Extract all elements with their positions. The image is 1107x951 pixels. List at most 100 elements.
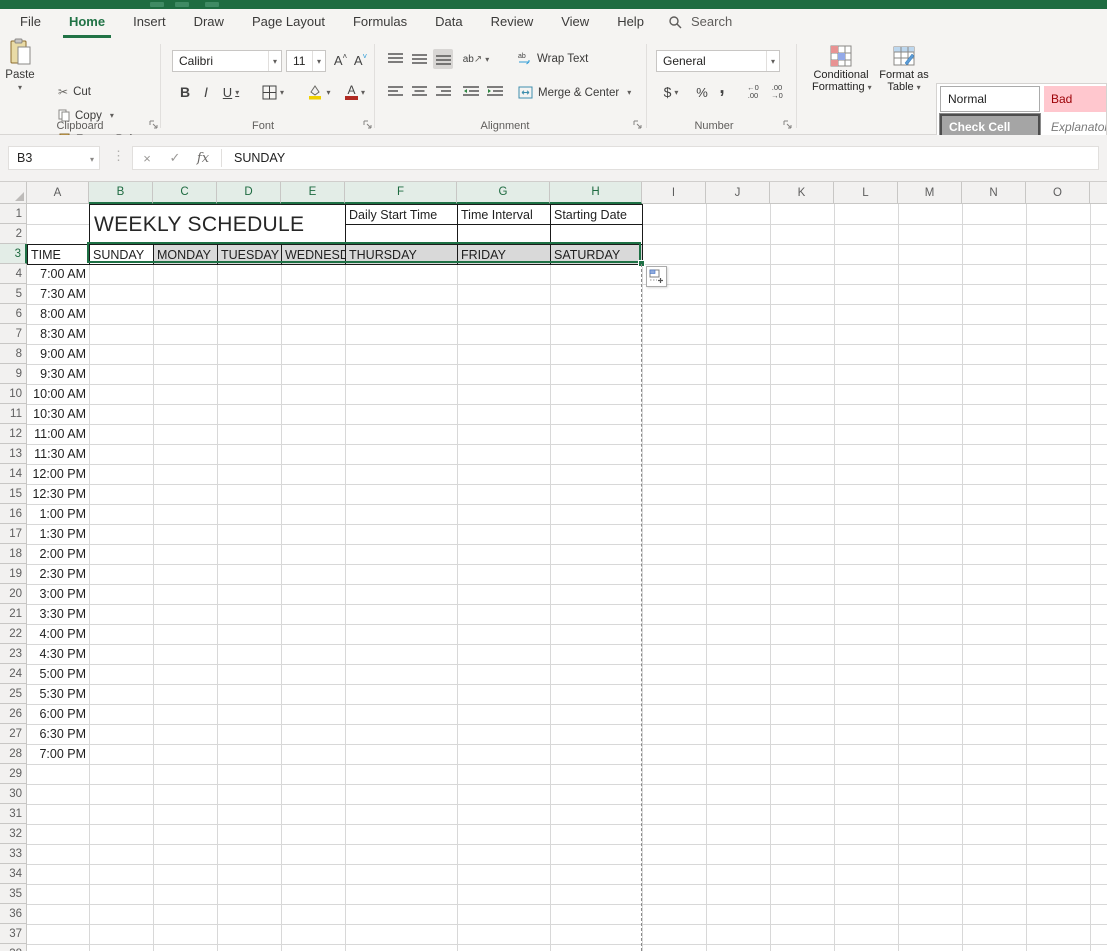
- row-header-23[interactable]: 23: [0, 644, 27, 664]
- column-header-B[interactable]: B: [89, 182, 153, 204]
- row-header-29[interactable]: 29: [0, 764, 27, 784]
- paste-dropdown[interactable]: [18, 81, 22, 93]
- cell-A14[interactable]: 12:00 PM: [27, 464, 89, 484]
- row-header-36[interactable]: 36: [0, 904, 27, 924]
- font-dialog-launcher[interactable]: [362, 119, 374, 131]
- align-middle-button[interactable]: [409, 49, 429, 69]
- cell-A23[interactable]: 4:30 PM: [27, 644, 89, 664]
- tab-home[interactable]: Home: [63, 9, 111, 38]
- wrap-text-button[interactable]: ab Wrap Text: [518, 52, 588, 65]
- cell-A26[interactable]: 6:00 PM: [27, 704, 89, 724]
- column-header-partial[interactable]: [1090, 182, 1107, 204]
- tab-review[interactable]: Review: [485, 9, 540, 38]
- row-header-24[interactable]: 24: [0, 664, 27, 684]
- cell-A28[interactable]: 7:00 PM: [27, 744, 89, 764]
- row-header-21[interactable]: 21: [0, 604, 27, 624]
- formula-bar-handle[interactable]: ⋮: [112, 148, 125, 164]
- enter-icon[interactable]: ✓: [161, 150, 189, 166]
- align-right-button[interactable]: [433, 82, 453, 102]
- column-header-J[interactable]: J: [706, 182, 770, 204]
- row-header-28[interactable]: 28: [0, 744, 27, 764]
- style-normal[interactable]: Normal: [940, 86, 1040, 112]
- row-header-18[interactable]: 18: [0, 544, 27, 564]
- row-header-38[interactable]: 38: [0, 944, 27, 951]
- percent-style-button[interactable]: %: [692, 82, 712, 102]
- cell-A24[interactable]: 5:00 PM: [27, 664, 89, 684]
- cell-A10[interactable]: 10:00 AM: [27, 384, 89, 404]
- row-header-14[interactable]: 14: [0, 464, 27, 484]
- column-header-M[interactable]: M: [898, 182, 962, 204]
- column-header-K[interactable]: K: [770, 182, 834, 204]
- column-header-E[interactable]: E: [281, 182, 345, 204]
- style-bad[interactable]: Bad: [1044, 86, 1107, 112]
- tab-help[interactable]: Help: [611, 9, 650, 38]
- cell-A9[interactable]: 9:30 AM: [27, 364, 89, 384]
- row-header-19[interactable]: 19: [0, 564, 27, 584]
- cancel-icon[interactable]: ×: [133, 151, 161, 166]
- row-header-10[interactable]: 10: [0, 384, 27, 404]
- number-format-combo[interactable]: General: [656, 50, 780, 72]
- cell-F3[interactable]: THURSDAY: [345, 244, 458, 265]
- paste-button[interactable]: Paste: [0, 38, 40, 108]
- column-header-H[interactable]: H: [550, 182, 642, 204]
- cell-A22[interactable]: 4:00 PM: [27, 624, 89, 644]
- tab-file[interactable]: File: [14, 9, 47, 38]
- cut-button[interactable]: ✂ Cut: [58, 85, 91, 99]
- row-header-26[interactable]: 26: [0, 704, 27, 724]
- merge-center-button[interactable]: Merge & Center: [518, 86, 631, 99]
- row-header-15[interactable]: 15: [0, 484, 27, 504]
- underline-button[interactable]: U: [218, 82, 244, 102]
- format-as-table-button[interactable]: Format as Table: [876, 45, 932, 93]
- cell-A11[interactable]: 10:30 AM: [27, 404, 89, 424]
- name-box[interactable]: B3: [8, 146, 100, 170]
- row-header-13[interactable]: 13: [0, 444, 27, 464]
- tab-page-layout[interactable]: Page Layout: [246, 9, 331, 38]
- column-header-I[interactable]: I: [642, 182, 706, 204]
- quick-access-icon[interactable]: [205, 2, 219, 7]
- increase-indent-button[interactable]: [485, 82, 505, 102]
- align-bottom-button[interactable]: [433, 49, 453, 69]
- cell-F2[interactable]: [345, 224, 458, 245]
- cell-A19[interactable]: 2:30 PM: [27, 564, 89, 584]
- cell-A4[interactable]: 7:00 AM: [27, 264, 89, 284]
- cell-A20[interactable]: 3:00 PM: [27, 584, 89, 604]
- row-header-35[interactable]: 35: [0, 884, 27, 904]
- row-header-2[interactable]: 2: [0, 224, 27, 244]
- cell-A27[interactable]: 6:30 PM: [27, 724, 89, 744]
- select-all-corner[interactable]: [0, 182, 27, 204]
- font-color-button[interactable]: A: [340, 82, 370, 102]
- cell-G1[interactable]: Time Interval: [457, 204, 551, 225]
- cell-A6[interactable]: 8:00 AM: [27, 304, 89, 324]
- row-header-4[interactable]: 4: [0, 264, 27, 284]
- row-header-17[interactable]: 17: [0, 524, 27, 544]
- italic-button[interactable]: I: [198, 82, 214, 102]
- cell-title-B1[interactable]: WEEKLY SCHEDULE: [89, 204, 346, 245]
- cell-H3[interactable]: SATURDAY: [550, 244, 643, 265]
- borders-button[interactable]: [258, 82, 288, 102]
- row-header-9[interactable]: 9: [0, 364, 27, 384]
- row-header-27[interactable]: 27: [0, 724, 27, 744]
- row-header-5[interactable]: 5: [0, 284, 27, 304]
- cell-F1[interactable]: Daily Start Time: [345, 204, 458, 225]
- number-dialog-launcher[interactable]: [782, 119, 794, 131]
- font-size-combo[interactable]: 11: [286, 50, 326, 72]
- orientation-button[interactable]: ab↗: [460, 49, 492, 69]
- cell-A12[interactable]: 11:00 AM: [27, 424, 89, 444]
- cell-A25[interactable]: 5:30 PM: [27, 684, 89, 704]
- row-header-30[interactable]: 30: [0, 784, 27, 804]
- clipboard-dialog-launcher[interactable]: [148, 119, 160, 131]
- bold-button[interactable]: B: [176, 82, 194, 102]
- cell-A18[interactable]: 2:00 PM: [27, 544, 89, 564]
- column-header-G[interactable]: G: [457, 182, 550, 204]
- name-box-dropdown[interactable]: [85, 151, 99, 165]
- align-top-button[interactable]: [385, 49, 405, 69]
- row-header-31[interactable]: 31: [0, 804, 27, 824]
- row-header-20[interactable]: 20: [0, 584, 27, 604]
- row-header-1[interactable]: 1: [0, 204, 27, 224]
- grow-font-button[interactable]: A˄: [331, 50, 350, 70]
- cell-A13[interactable]: 11:30 AM: [27, 444, 89, 464]
- column-header-N[interactable]: N: [962, 182, 1026, 204]
- fill-color-button[interactable]: [303, 82, 335, 102]
- tab-view[interactable]: View: [555, 9, 595, 38]
- comma-style-button[interactable]: ,: [714, 78, 730, 98]
